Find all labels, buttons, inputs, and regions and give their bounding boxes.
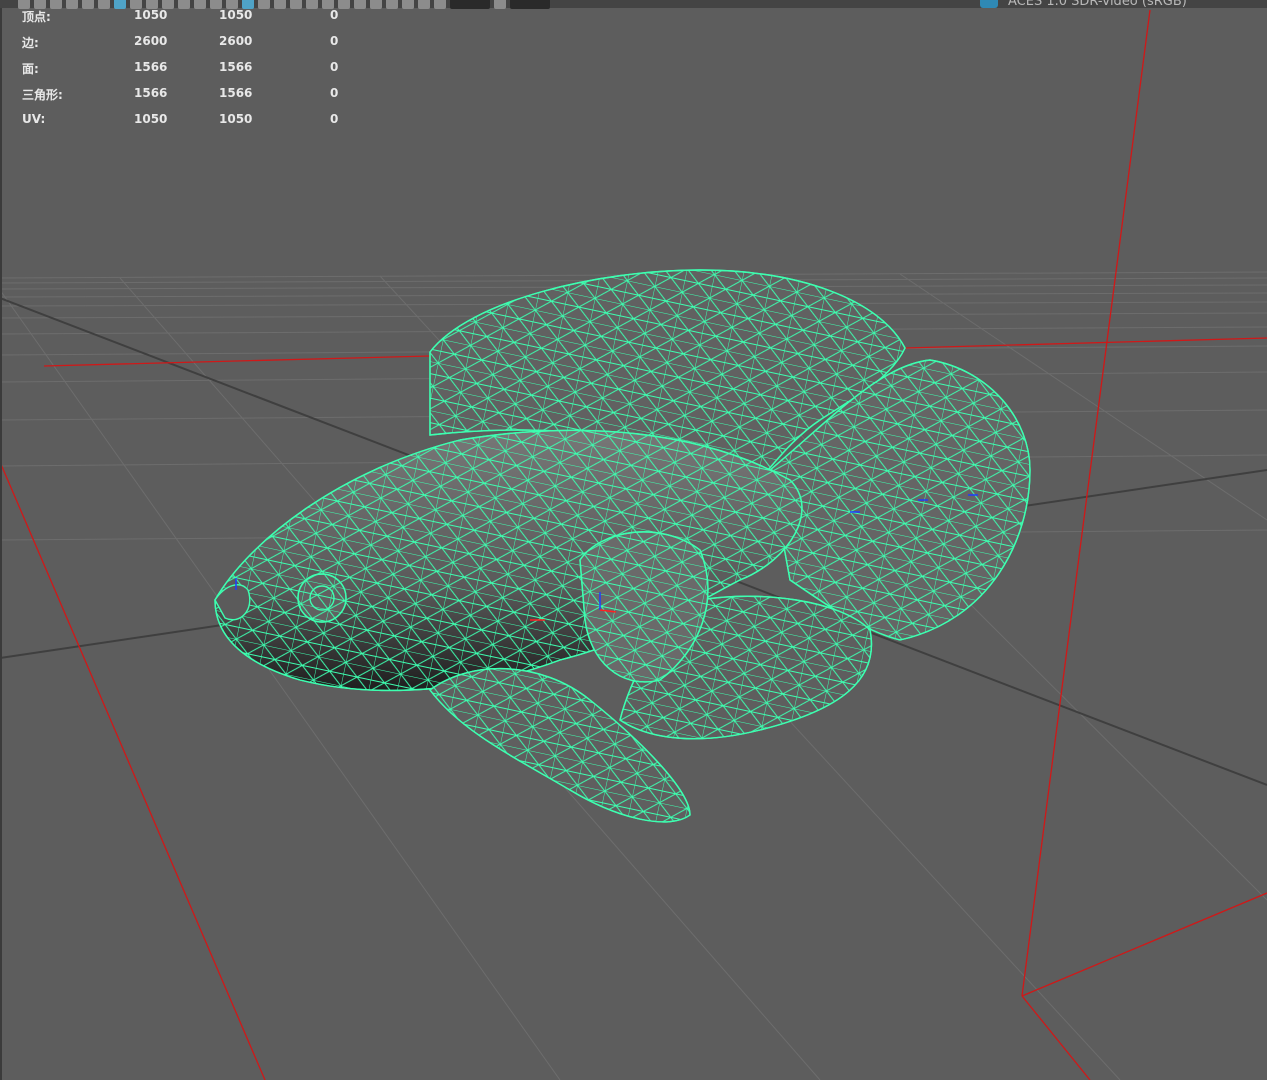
hud-label: 三角形: [22, 88, 63, 102]
gamma-icon[interactable] [494, 0, 506, 9]
hud-value: 0 [330, 60, 339, 74]
hud-value: 2600 [219, 34, 253, 48]
hud-value: 2600 [134, 34, 168, 48]
textured-icon[interactable] [290, 0, 302, 9]
safe-action-icon[interactable] [194, 0, 206, 9]
hud-value: 1050 [134, 8, 168, 22]
hud-value: 1050 [134, 112, 168, 126]
hud-value: 0 [330, 112, 339, 126]
depth-of-field-icon[interactable] [386, 0, 398, 9]
hud-label: 顶点: [22, 10, 51, 24]
exposure-field[interactable] [450, 0, 490, 9]
hud-value: 1566 [219, 86, 253, 100]
hud-value: 1566 [219, 60, 253, 74]
xray-joints-icon[interactable] [434, 0, 446, 9]
motion-blur-icon[interactable] [354, 0, 366, 9]
field-chart-icon[interactable] [178, 0, 190, 9]
hud-value: 0 [330, 8, 339, 22]
hud-value: 0 [330, 34, 339, 48]
hud-label: 面: [22, 62, 39, 76]
hud-value: 1050 [219, 112, 253, 126]
grid-toggle-icon[interactable] [114, 0, 126, 9]
image-plane-icon[interactable] [82, 0, 94, 9]
hud-value: 0 [330, 86, 339, 100]
wireframe-on-shaded-icon[interactable] [274, 0, 286, 9]
viewport-left-border [0, 0, 2, 1080]
anti-aliasing-icon[interactable] [370, 0, 382, 9]
xray-icon[interactable] [418, 0, 430, 9]
default-material-icon[interactable] [258, 0, 270, 9]
use-all-lights-icon[interactable] [306, 0, 318, 9]
camera-attributes-icon[interactable] [50, 0, 62, 9]
hud-label: UV: [22, 112, 46, 126]
color-management-icon[interactable] [980, 0, 998, 8]
hud-label: 边: [22, 36, 39, 50]
3d-viewport[interactable]: ACES 1.0 SDR-video (sRGB) 顶点: 1050 1050 … [0, 0, 1267, 1080]
gamma-field[interactable] [510, 0, 550, 9]
grease-pencil-icon[interactable] [98, 0, 110, 9]
bookmark-icon[interactable] [66, 0, 78, 9]
viewport-scene[interactable] [0, 0, 1267, 1080]
colorspace-label[interactable]: ACES 1.0 SDR-video (sRGB) [1008, 0, 1187, 10]
hud-value: 1566 [134, 60, 168, 74]
hud-value: 1050 [219, 8, 253, 22]
ambient-occlusion-icon[interactable] [338, 0, 350, 9]
isolate-select-icon[interactable] [402, 0, 414, 9]
hud-value: 1566 [134, 86, 168, 100]
